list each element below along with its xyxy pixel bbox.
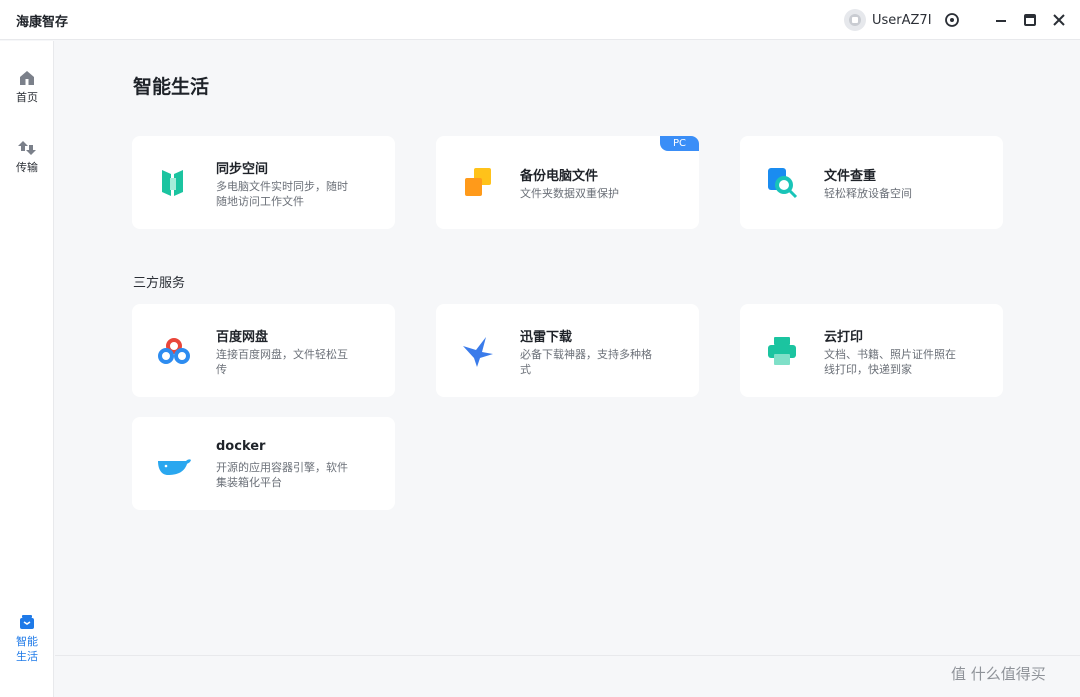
- sync-space-icon: [156, 166, 192, 200]
- card-description: 开源的应用容器引擎，软件集装箱化平台: [216, 461, 348, 489]
- backup-icon: [460, 166, 496, 200]
- app-title: 海康智存: [16, 15, 69, 30]
- card-baidu-netdisk[interactable]: 百度网盘 连接百度网盘，文件轻松互传: [132, 304, 395, 397]
- card-description: 多电脑文件实时同步，随时随地访问工作文件: [216, 180, 348, 208]
- transfer-icon: [18, 141, 36, 155]
- card-description: 连接百度网盘，文件轻松互传: [216, 348, 348, 376]
- watermark-text: 值 什么值得买: [951, 665, 1046, 683]
- card-cloud-print[interactable]: 云打印 文档、书籍、照片证件照在线打印，快递到家: [740, 304, 1003, 397]
- card-description: 必备下载神器，支持多种格式: [520, 348, 652, 376]
- card-title: 云打印: [824, 330, 864, 345]
- close-button[interactable]: [1049, 10, 1069, 30]
- close-icon: [1053, 14, 1065, 26]
- card-title: 备份电脑文件: [520, 169, 599, 184]
- card-title: 百度网盘: [216, 330, 269, 345]
- printer-icon: [764, 334, 800, 368]
- maximize-button[interactable]: [1020, 10, 1040, 30]
- title-bar: 海康智存 UserAZ7I: [0, 0, 1080, 40]
- sidebar-item-transfer[interactable]: 传输: [0, 139, 54, 175]
- card-description: 轻松释放设备空间: [824, 187, 912, 200]
- user-menu[interactable]: UserAZ7I: [844, 9, 932, 31]
- sidebar-item-label: 首页: [16, 91, 38, 104]
- maximize-icon: [1024, 14, 1036, 26]
- sidebar-item-label: 传输: [16, 161, 38, 174]
- smart-life-icon: [20, 615, 34, 629]
- card-docker[interactable]: docker 开源的应用容器引擎，软件集装箱化平台: [132, 417, 395, 510]
- baidu-netdisk-icon: [156, 334, 192, 368]
- pc-badge: PC: [660, 136, 699, 151]
- card-file-dedupe[interactable]: 文件查重 轻松释放设备空间: [740, 136, 1003, 229]
- avatar: [844, 9, 866, 31]
- gear-icon: [945, 13, 959, 27]
- card-backup-pc-files[interactable]: PC 备份电脑文件 文件夹数据双重保护: [436, 136, 699, 229]
- card-description: 文档、书籍、照片证件照在线打印，快递到家: [824, 348, 956, 376]
- card-title: 同步空间: [216, 162, 269, 177]
- bottom-divider: [55, 655, 1080, 656]
- card-title: docker: [216, 439, 266, 454]
- file-dedupe-icon: [764, 166, 800, 200]
- docker-icon: [156, 447, 192, 481]
- user-name: UserAZ7I: [872, 12, 932, 28]
- user-avatar-icon: [849, 14, 861, 26]
- home-icon: [20, 71, 34, 85]
- section-title-third-party: 三方服务: [133, 276, 186, 291]
- thunder-icon: [460, 334, 496, 368]
- sidebar: 首页 传输 智能生活: [0, 41, 54, 697]
- sidebar-item-smart-life[interactable]: 智能生活: [0, 613, 54, 664]
- card-sync-space[interactable]: 同步空间 多电脑文件实时同步，随时随地访问工作文件: [132, 136, 395, 229]
- card-title: 迅雷下载: [520, 330, 573, 345]
- page-title: 智能生活: [133, 76, 210, 98]
- sidebar-item-home[interactable]: 首页: [0, 69, 54, 105]
- watermark: 值 什么值得买: [951, 663, 1046, 684]
- card-thunder-download[interactable]: 迅雷下载 必备下载神器，支持多种格式: [436, 304, 699, 397]
- minimize-button[interactable]: [991, 10, 1011, 30]
- settings-button[interactable]: [942, 10, 962, 30]
- minimize-icon: [996, 20, 1006, 22]
- card-description: 文件夹数据双重保护: [520, 187, 619, 200]
- card-title: 文件查重: [824, 169, 877, 184]
- sidebar-item-label: 智能生活: [16, 635, 38, 663]
